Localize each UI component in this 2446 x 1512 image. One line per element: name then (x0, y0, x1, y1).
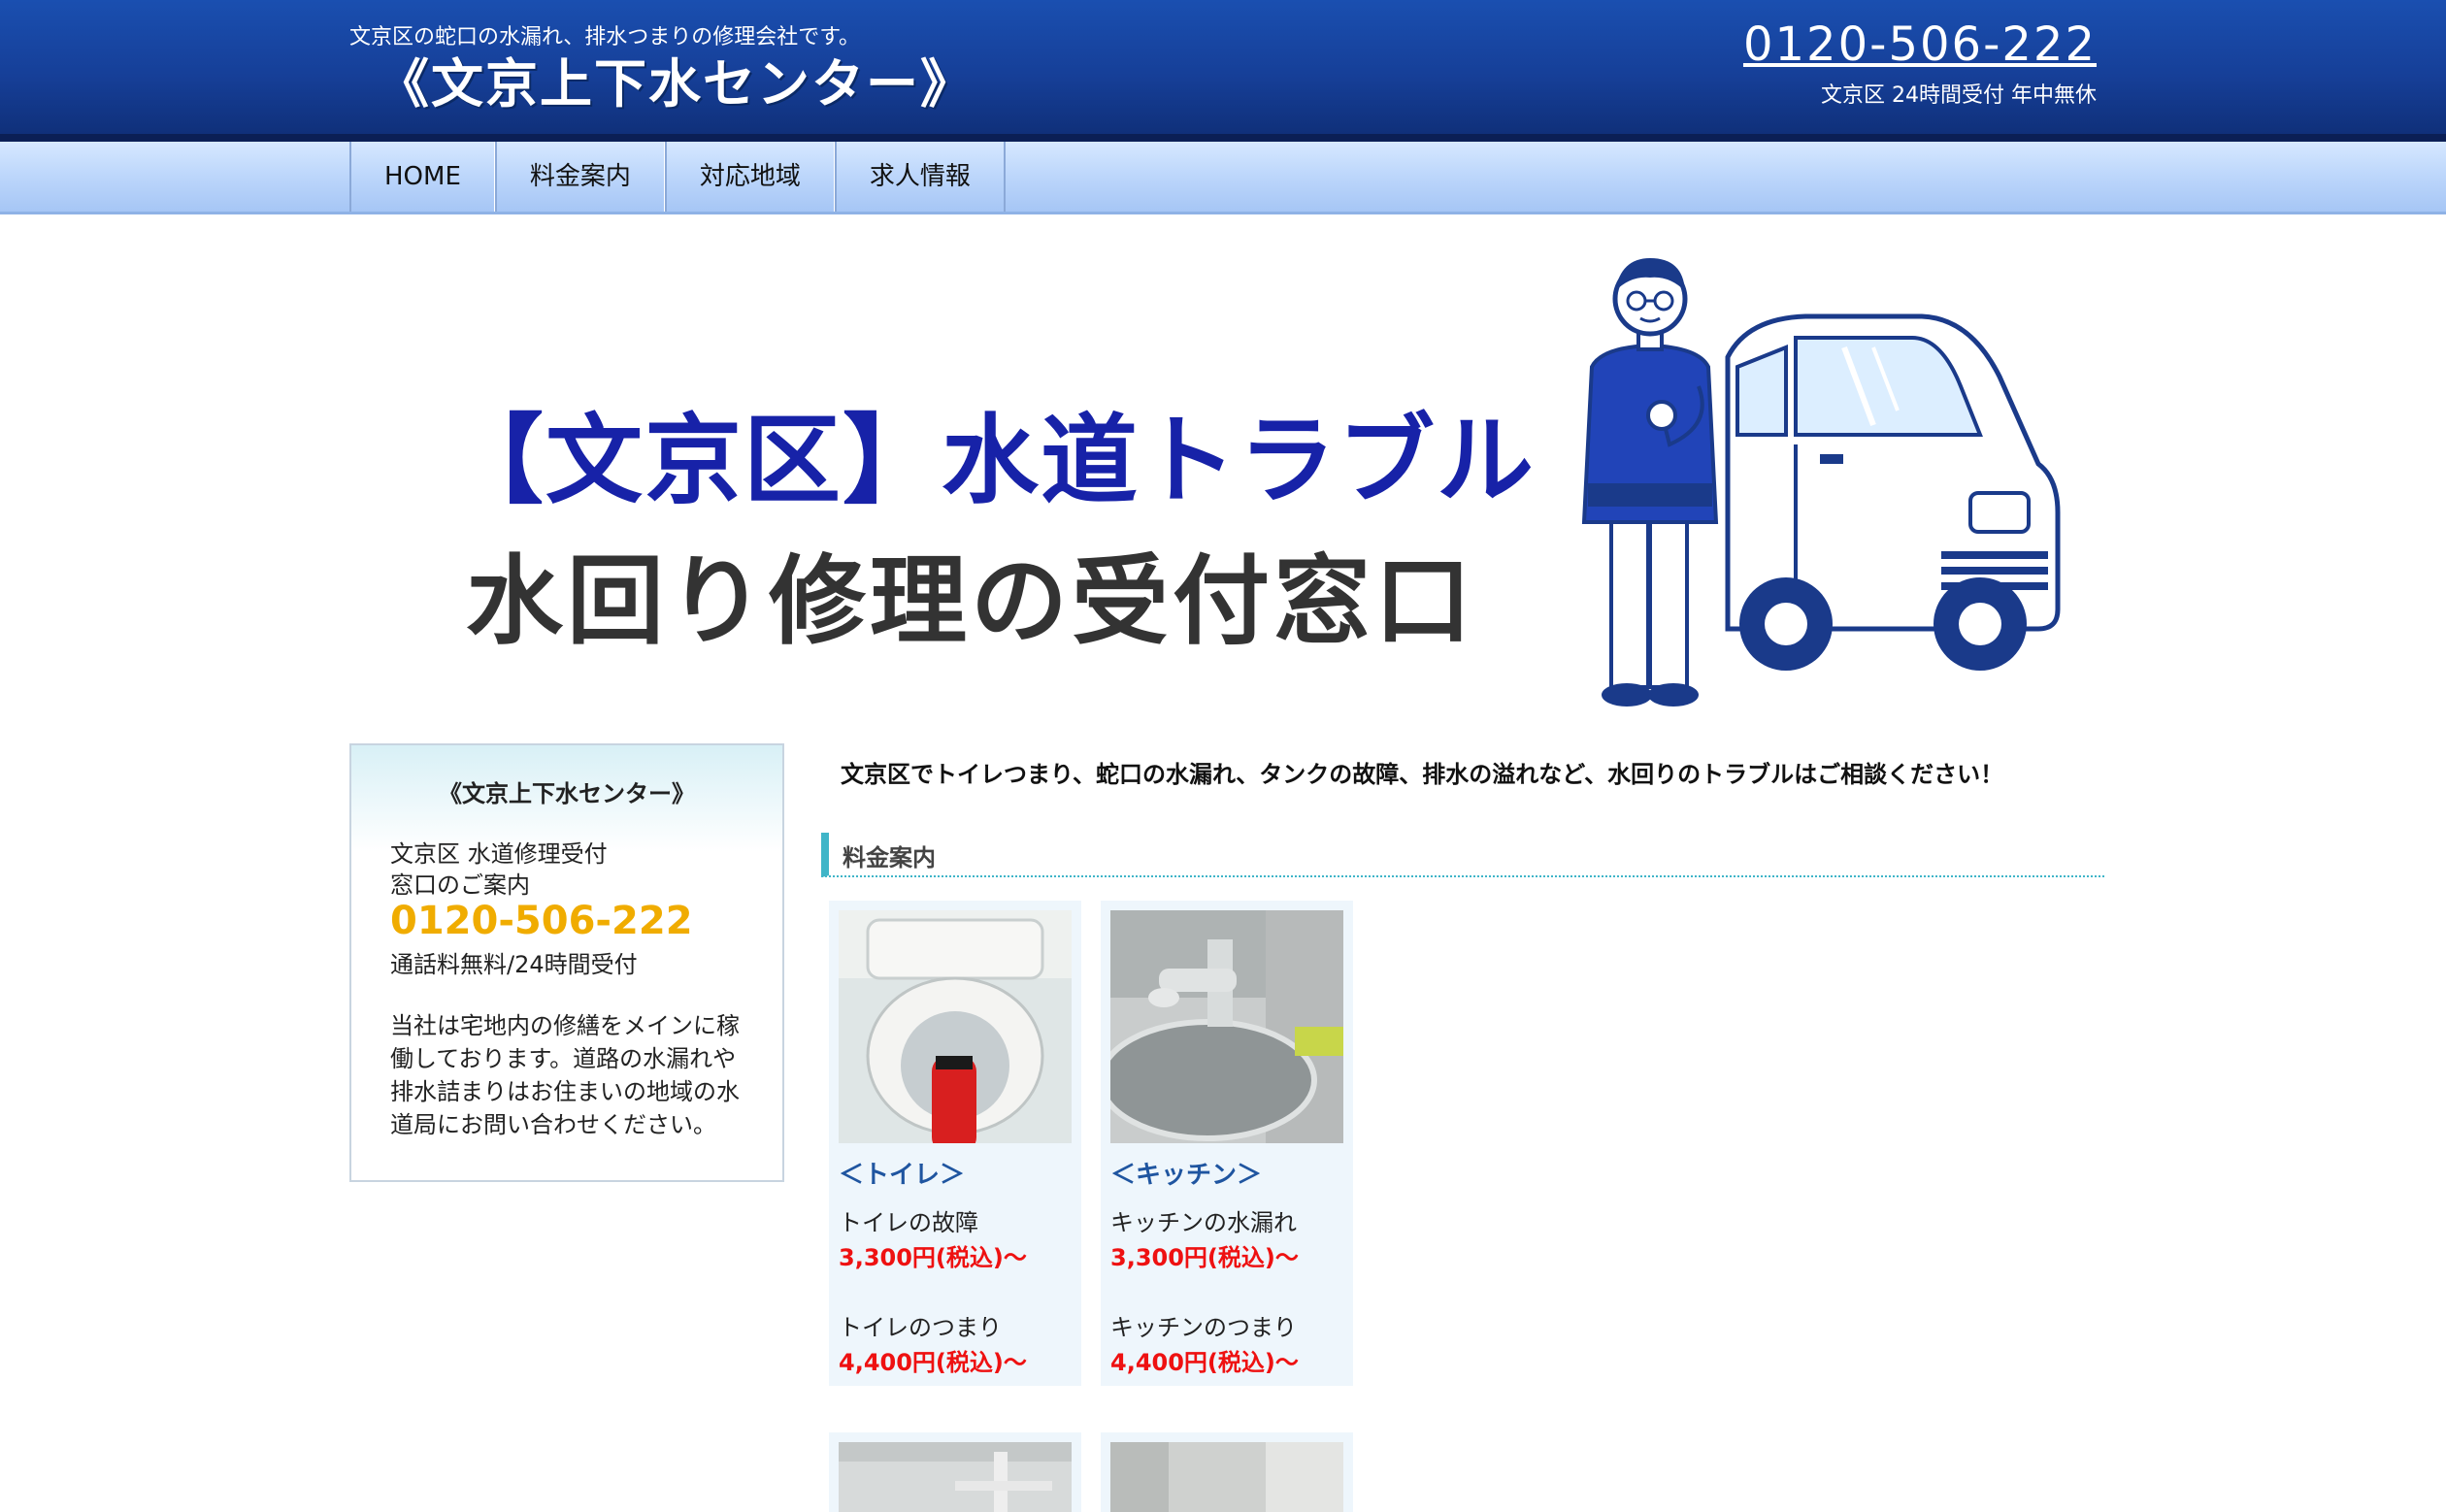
site-header: 文京区の蛇口の水漏れ、排水つまりの修理会社です。 《文京上下水センター》 012… (0, 0, 2446, 138)
section-title: 料金案内 (843, 844, 936, 871)
site-title[interactable]: 《文京上下水センター》 (377, 41, 975, 117)
washroom-photo (1110, 1442, 1343, 1512)
sidebar-contact-box: 《文京上下水センター》 文京区 水道修理受付 窓口のご案内 0120-506-2… (349, 743, 784, 1182)
nav-item-home[interactable]: HOME (349, 142, 495, 212)
nav-item-pricing[interactable]: 料金案内 (494, 142, 665, 212)
sidebar-title: 《文京上下水センター》 (439, 780, 695, 807)
price-card-washroom[interactable] (1101, 1432, 1353, 1512)
card-title-toilet: ＜トイレ＞ (839, 1161, 966, 1190)
card-item-toilet-repair: トイレの故障 (839, 1209, 978, 1236)
price-card-kitchen[interactable]: ＜キッチン＞ キッチンの水漏れ 3,300円(税込)〜 キッチンのつまり 4,4… (1101, 901, 1353, 1386)
header-divider (0, 134, 2446, 142)
card-price-toilet-clog: 4,400円(税込)〜 (839, 1349, 1027, 1376)
sidebar-phone-link[interactable]: 0120-506-222 (390, 899, 693, 943)
sidebar-line1: 文京区 水道修理受付 (390, 840, 608, 868)
card-price-kitchen-clog: 4,400円(税込)〜 (1110, 1349, 1299, 1376)
sidebar-note: 通話料無料/24時間受付 (390, 951, 638, 978)
price-card-bath[interactable] (829, 1432, 1081, 1512)
plumber-van-illustration (1581, 258, 2061, 707)
card-item-kitchen-leak: キッチンの水漏れ (1110, 1209, 1297, 1236)
intro-lead-text: 文京区でトイレつまり、蛇口の水漏れ、タンクの故障、排水の溢れなど、水回りのトラブ… (841, 761, 2004, 788)
global-nav: HOME 料金案内 対応地域 求人情報 (0, 142, 2446, 214)
toilet-photo (839, 910, 1072, 1143)
header-hours: 文京区 24時間受付 年中無休 (1821, 83, 2097, 108)
sidebar-line2: 窓口のご案内 (390, 871, 530, 899)
bathroom-photo (839, 1442, 1072, 1512)
hero-headline: 【文京区】水道トラブル (446, 404, 1536, 517)
nav-item-service-area[interactable]: 対応地域 (664, 142, 835, 212)
card-price-kitchen-leak: 3,300円(税込)〜 (1110, 1244, 1299, 1271)
hero-banner: 【文京区】水道トラブル 水回り修理の受付窓口 (349, 231, 2097, 716)
card-title-kitchen: ＜キッチン＞ (1110, 1161, 1263, 1190)
card-item-toilet-clog: トイレのつまり (839, 1314, 1002, 1341)
kitchen-faucet-photo (1110, 910, 1343, 1143)
card-price-toilet-repair: 3,300円(税込)〜 (839, 1244, 1027, 1271)
pricing-section-header: 料金案内 (821, 833, 2104, 877)
price-card-toilet[interactable]: ＜トイレ＞ トイレの故障 3,300円(税込)〜 トイレのつまり 4,400円(… (829, 901, 1081, 1386)
nav-item-recruit[interactable]: 求人情報 (834, 142, 1006, 212)
hero-subheadline: 水回り修理の受付窓口 (466, 544, 1475, 658)
header-phone-link[interactable]: 0120-506-222 (1743, 17, 2097, 72)
sidebar-body-text: 当社は宅地内の修繕をメインに稼働しております。道路の水漏れや排水詰まりはお住まい… (390, 1012, 740, 1138)
card-item-kitchen-clog: キッチンのつまり (1110, 1314, 1297, 1341)
